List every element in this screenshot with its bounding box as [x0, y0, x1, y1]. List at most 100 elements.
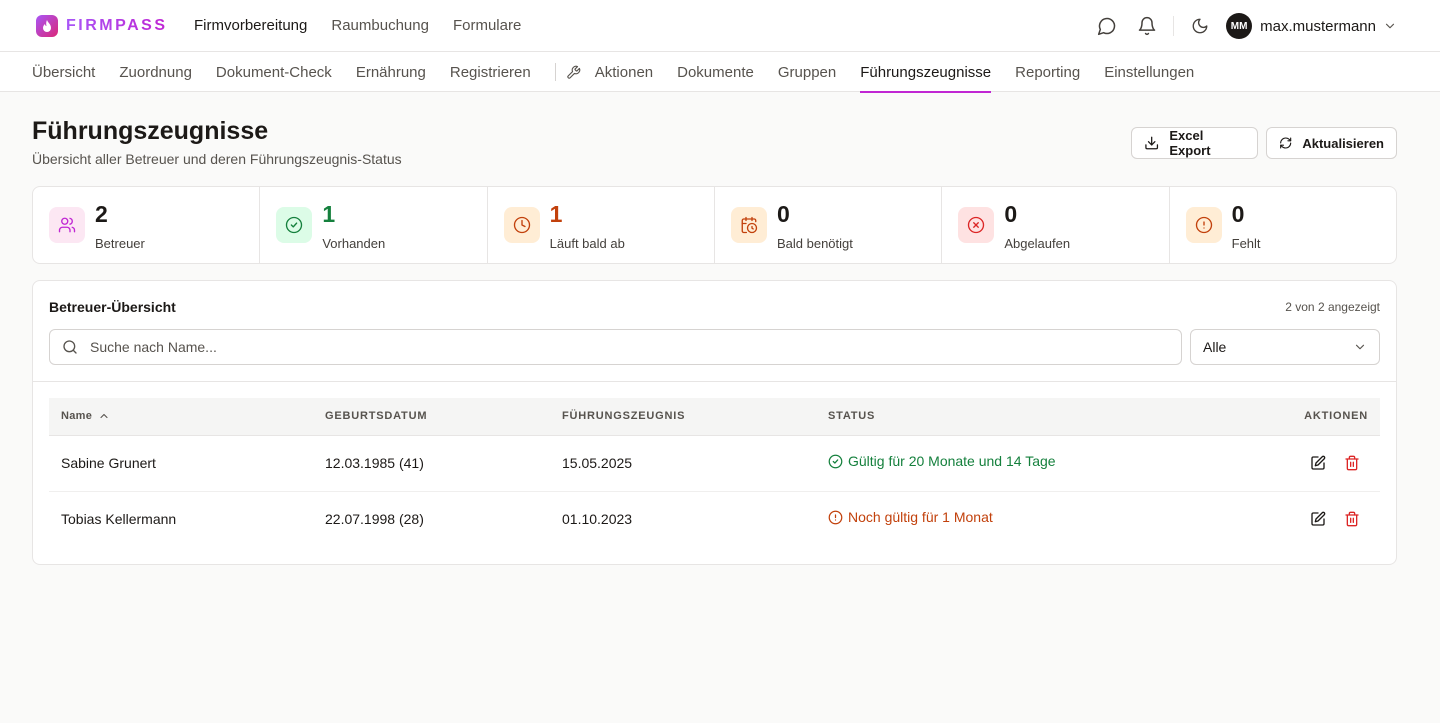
stat-abgelaufen: 0 Abgelaufen — [942, 187, 1170, 263]
column-header-geburtsdatum: GEBURTSDATUM — [325, 410, 428, 422]
chat-icon[interactable] — [1093, 12, 1121, 40]
trash-icon[interactable] — [1344, 511, 1360, 530]
row-actions — [1310, 511, 1360, 530]
divider — [33, 381, 1396, 382]
column-header-status: STATUS — [828, 410, 876, 422]
avatar[interactable]: MM — [1226, 13, 1253, 39]
main-nav: Firmvorbereitung Raumbuchung Formulare — [194, 17, 521, 34]
status-text: Noch gültig für 1 Monat — [848, 509, 993, 525]
table-header: Name GEBURTSDATUM FÜHRUNGSZEUGNIS STATUS… — [49, 398, 1380, 436]
tab-uebersicht[interactable]: Übersicht — [32, 52, 95, 92]
edit-icon[interactable] — [1310, 511, 1326, 530]
tab-einstellungen[interactable]: Einstellungen — [1104, 52, 1194, 92]
tab-zuordnung[interactable]: Zuordnung — [119, 52, 192, 92]
cell-name: Sabine Grunert — [61, 455, 156, 471]
tab-dokumente[interactable]: Dokumente — [677, 52, 754, 92]
betreuer-card: Betreuer-Übersicht 2 von 2 angezeigt All… — [32, 280, 1397, 565]
sub-nav: Übersicht Zuordnung Dokument-Check Ernäh… — [0, 52, 1440, 93]
download-icon — [1145, 136, 1159, 150]
alert-circle-icon — [828, 510, 843, 524]
column-header-aktionen: AKTIONEN — [1304, 410, 1368, 422]
stat-laeuft-bald-ab: 1 Läuft bald ab — [488, 187, 715, 263]
stats-bar: 2 Betreuer 1 Vorhanden 1 Läuft bald ab 0… — [32, 186, 1397, 264]
stat-label: Läuft bald ab — [549, 236, 625, 251]
chevron-down-icon — [1355, 344, 1365, 350]
status-text: Gültig für 20 Monate und 14 Tage — [848, 453, 1056, 469]
excel-export-label: Excel Export — [1169, 128, 1211, 158]
search-icon — [63, 340, 77, 354]
tab-aktionen[interactable]: Aktionen — [595, 52, 653, 92]
card-title: Betreuer-Übersicht — [49, 299, 176, 315]
check-circle-icon — [828, 454, 843, 468]
top-right-controls: MM max.mustermann — [1093, 12, 1400, 40]
check-circle-icon — [276, 207, 313, 243]
logo-text: FIRMPASS — [66, 17, 168, 34]
moon-icon[interactable] — [1186, 12, 1214, 40]
column-header-fuehrungszeugnis: FÜHRUNGSZEUGNIS — [562, 410, 686, 422]
stat-value: 1 — [549, 201, 563, 227]
column-header-label: Name — [61, 410, 93, 422]
stat-fehlt: 0 Fehlt — [1170, 187, 1396, 263]
cell-certificate-date: 15.05.2025 — [562, 455, 633, 471]
row-actions — [1310, 455, 1360, 474]
refresh-icon — [1280, 137, 1292, 149]
tab-ernaehrung[interactable]: Ernährung — [356, 52, 426, 92]
search-input[interactable] — [90, 339, 1181, 355]
username[interactable]: max.mustermann — [1260, 18, 1376, 35]
clock-icon — [503, 207, 540, 243]
nav-formulare[interactable]: Formulare — [453, 17, 521, 34]
result-count: 2 von 2 angezeigt — [1285, 300, 1380, 314]
trash-icon[interactable] — [1344, 455, 1360, 474]
table-row[interactable]: Sabine Grunert 12.03.1985 (41) 15.05.202… — [49, 436, 1380, 492]
alert-circle-icon — [1185, 207, 1222, 243]
table-row[interactable]: Tobias Kellermann 22.07.1998 (28) 01.10.… — [49, 492, 1380, 548]
calendar-clock-icon — [730, 207, 767, 243]
stat-label: Fehlt — [1231, 236, 1261, 251]
refresh-label: Aktualisieren — [1302, 135, 1384, 151]
bell-icon[interactable] — [1133, 12, 1161, 40]
tab-dokument-check[interactable]: Dokument-Check — [216, 52, 332, 92]
status-filter-value: Alle — [1203, 339, 1227, 355]
chevron-down-icon[interactable] — [1380, 12, 1400, 40]
stat-value: 0 — [1231, 201, 1245, 227]
divider — [554, 63, 556, 81]
status-badge: Noch gültig für 1 Monat — [828, 509, 993, 525]
stat-label: Bald benötigt — [776, 236, 853, 251]
stat-value: 0 — [1004, 201, 1018, 227]
stat-label: Betreuer — [95, 236, 145, 251]
divider — [1173, 16, 1175, 36]
tab-reporting[interactable]: Reporting — [1015, 52, 1080, 92]
cell-name: Tobias Kellermann — [61, 511, 177, 527]
status-badge: Gültig für 20 Monate und 14 Tage — [828, 453, 1056, 469]
stat-value: 2 — [95, 201, 108, 227]
edit-icon[interactable] — [1310, 455, 1326, 474]
x-circle-icon — [958, 207, 995, 243]
flame-icon — [36, 15, 58, 37]
status-filter-select[interactable]: Alle — [1190, 329, 1380, 365]
stat-label: Abgelaufen — [1004, 236, 1071, 251]
stat-label: Vorhanden — [322, 236, 386, 251]
nav-raumbuchung[interactable]: Raumbuchung — [331, 17, 429, 34]
tab-fuehrungszeugnisse[interactable]: Führungszeugnisse — [860, 52, 991, 93]
page-title: Führungszeugnisse — [32, 117, 269, 145]
sort-ascending-icon — [100, 413, 108, 419]
page-subtitle: Übersicht aller Betreuer und deren Führu… — [32, 151, 402, 167]
refresh-button[interactable]: Aktualisieren — [1266, 127, 1397, 159]
excel-export-button[interactable]: Excel Export — [1131, 127, 1258, 159]
wrench-icon — [566, 52, 581, 92]
tab-gruppen[interactable]: Gruppen — [778, 52, 836, 92]
cell-certificate-date: 01.10.2023 — [562, 511, 633, 527]
column-header-name[interactable]: Name — [61, 410, 110, 422]
search-box — [49, 329, 1182, 365]
stat-bald-benoetigt: 0 Bald benötigt — [715, 187, 943, 263]
stat-value: 0 — [776, 201, 790, 227]
app-logo[interactable]: FIRMPASS — [36, 15, 167, 37]
users-icon — [49, 207, 85, 243]
tab-registrieren[interactable]: Registrieren — [450, 52, 531, 92]
nav-firmvorbereitung[interactable]: Firmvorbereitung — [194, 17, 307, 34]
stat-value: 1 — [322, 201, 336, 227]
top-bar: FIRMPASS Firmvorbereitung Raumbuchung Fo… — [0, 0, 1440, 52]
stat-betreuer: 2 Betreuer — [33, 187, 261, 263]
cell-birthdate: 22.07.1998 (28) — [325, 511, 424, 527]
stat-vorhanden: 1 Vorhanden — [260, 187, 488, 263]
